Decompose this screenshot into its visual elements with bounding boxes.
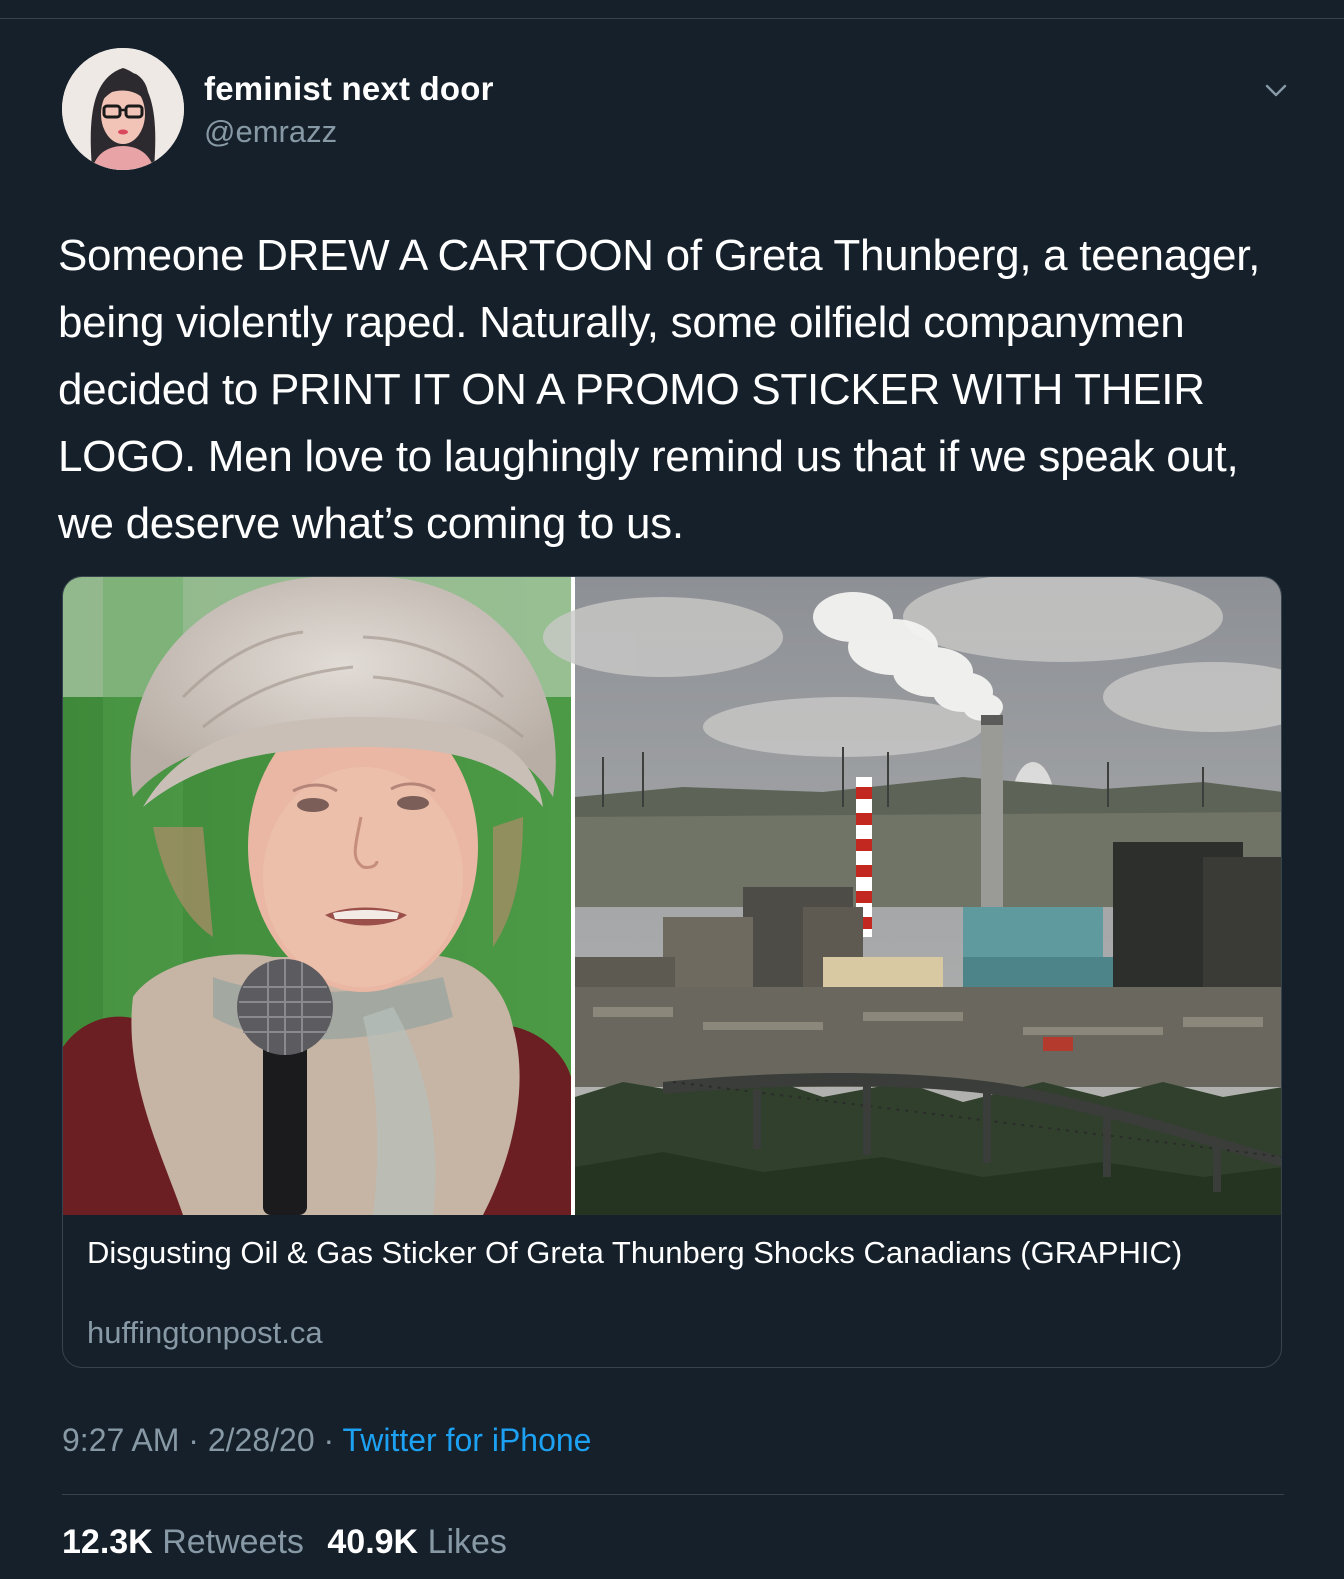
tweet-text: Someone DREW A CARTOON of Greta Thunberg… — [58, 231, 1261, 548]
tweet-date[interactable]: 2/28/20 — [208, 1422, 315, 1458]
retweets-count: 12.3K — [62, 1523, 153, 1561]
meta-separator: · — [323, 1422, 335, 1458]
likes-count: 40.9K — [327, 1523, 419, 1561]
likes-stat[interactable]: 40.9K Likes — [327, 1523, 507, 1561]
top-divider — [0, 18, 1344, 19]
retweets-label: Retweets — [162, 1523, 304, 1561]
tweet-stats: 12.3K Retweets 40.9K Likes — [62, 1523, 521, 1562]
link-card-title: Disgusting Oil & Gas Sticker Of Greta Th… — [87, 1235, 1183, 1270]
link-card-image — [63, 577, 1281, 1215]
profile-photo — [62, 48, 184, 170]
tweet-source-link[interactable]: Twitter for iPhone — [342, 1422, 591, 1458]
tweet-time[interactable]: 9:27 AM — [62, 1422, 179, 1458]
link-card-domain: huffingtonpost.ca — [87, 1315, 323, 1350]
avatar[interactable] — [62, 48, 184, 170]
stats-divider — [62, 1494, 1284, 1495]
meta-separator: · — [188, 1422, 199, 1458]
link-card[interactable]: Disgusting Oil & Gas Sticker Of Greta Th… — [62, 576, 1282, 1368]
author-handle[interactable]: @emrazz — [204, 114, 337, 150]
author-display-name[interactable]: feminist next door — [204, 70, 494, 108]
tweet-meta: 9:27 AM · 2/28/20 · Twitter for iPhone — [62, 1422, 591, 1459]
likes-label: Likes — [427, 1523, 507, 1561]
retweets-stat[interactable]: 12.3K Retweets — [62, 1523, 304, 1561]
chevron-down-icon[interactable] — [1262, 76, 1290, 104]
